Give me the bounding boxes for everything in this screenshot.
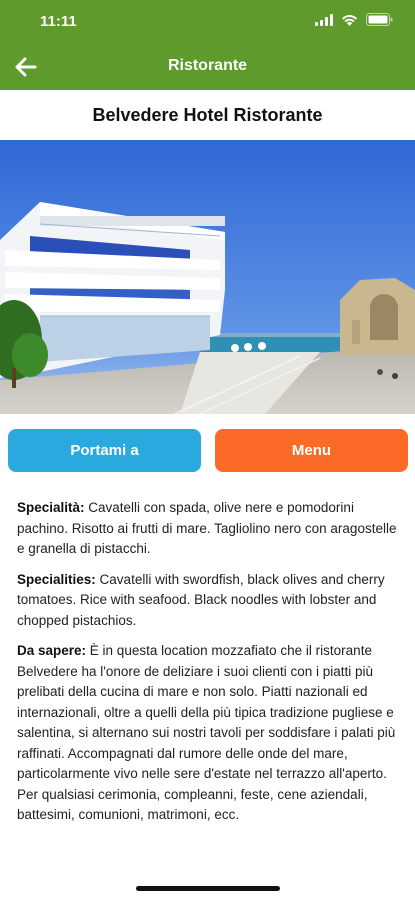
directions-button[interactable]: Portami a (8, 429, 201, 472)
restaurant-description: Specialità: Cavatelli con spada, olive n… (17, 498, 402, 836)
menu-button[interactable]: Menu (215, 429, 408, 472)
nav-bar: Ristorante (0, 44, 415, 90)
specialities-paragraph: Specialities: Cavatelli with swordfish, … (17, 570, 402, 632)
da-sapere-text: È in questa location mozzafiato che il r… (17, 643, 396, 822)
specialita-paragraph: Specialità: Cavatelli con spada, olive n… (17, 498, 402, 560)
status-bar: 11:11 (0, 0, 415, 44)
da-sapere-paragraph: Da sapere: È in questa location mozzafia… (17, 641, 402, 826)
home-indicator[interactable] (136, 886, 280, 891)
da-sapere-label: Da sapere: (17, 643, 87, 658)
hotel-photo (0, 140, 415, 414)
page-title: Belvedere Hotel Ristorante (92, 104, 323, 125)
wifi-icon (342, 14, 357, 26)
signal-icon (315, 13, 333, 26)
battery-icon (366, 13, 393, 26)
nav-title: Ristorante (167, 57, 248, 74)
status-time: 11:11 (40, 13, 77, 30)
specialities-label: Specialities: (17, 571, 96, 587)
status-icons (315, 13, 393, 26)
specialita-label: Specialità: (17, 500, 85, 515)
